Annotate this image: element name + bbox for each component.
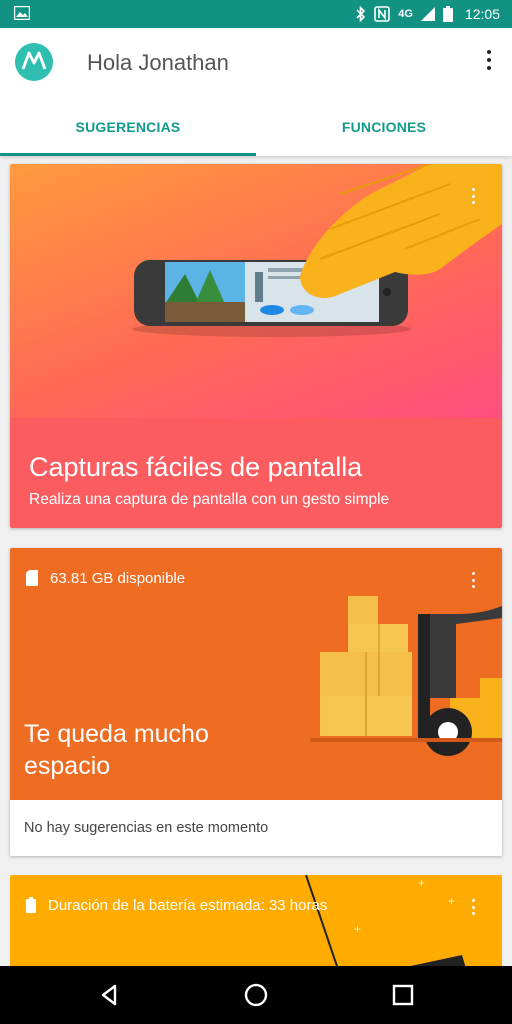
more-vert-icon[interactable]: [486, 50, 492, 70]
sd-card-icon: [26, 570, 38, 586]
more-vert-icon[interactable]: [472, 572, 476, 588]
battery-icon: [442, 6, 453, 22]
app-bar: Hola Jonathan SUGERENCIAS FUNCIONES: [0, 28, 512, 156]
card-footer: No hay sugerencias en este momento: [24, 820, 269, 836]
nfc-icon: [374, 6, 391, 22]
home-icon[interactable]: [241, 980, 271, 1010]
storage-status-row: 63.81 GB disponible: [26, 568, 185, 588]
card-subtitle: Realiza una captura de pantalla con un g…: [29, 491, 390, 508]
page-title: Hola Jonathan: [87, 50, 229, 75]
recents-icon[interactable]: [388, 980, 418, 1010]
status-icons: 4G 12:05: [356, 0, 500, 28]
tab-sugerencias[interactable]: SUGERENCIAS: [0, 100, 256, 154]
battery-status-row: Duración de la batería estimada: 33 hora…: [26, 895, 327, 915]
more-vert-icon[interactable]: [472, 899, 476, 915]
card-title: Te queda mucho espacio: [24, 720, 209, 780]
tab-funciones[interactable]: FUNCIONES: [256, 100, 512, 154]
status-bar: 4G 12:05: [0, 0, 512, 28]
card-title: Capturas fáciles de pantalla: [29, 452, 363, 482]
network-type: 4G: [398, 8, 413, 20]
screenshot-illustration: [10, 164, 502, 418]
storage-status: 63.81 GB disponible: [50, 569, 186, 587]
navigation-bar: [0, 966, 512, 1024]
svg-text:+: +: [354, 922, 361, 936]
screenshot-tip-card[interactable]: Capturas fáciles de pantalla Realiza una…: [10, 164, 502, 528]
battery-status: Duración de la batería estimada: 33 hora…: [48, 896, 328, 914]
status-time: 12:05: [464, 6, 500, 22]
svg-text:+: +: [448, 894, 455, 908]
battery-card[interactable]: + + + Duración de la batería estimada: 3…: [10, 875, 502, 975]
back-icon[interactable]: [95, 980, 125, 1010]
tab-indicator: [0, 153, 256, 156]
battery-hero: + + +: [10, 875, 502, 975]
more-vert-icon[interactable]: [472, 188, 476, 204]
battery-icon: [26, 897, 36, 913]
tab-bar: SUGERENCIAS FUNCIONES: [0, 100, 512, 154]
signal-icon: [420, 7, 435, 21]
storage-card[interactable]: 63.81 GB disponible Te queda mucho espac…: [10, 548, 502, 856]
image-notification-icon: [14, 6, 30, 20]
bluetooth-icon: [356, 6, 366, 22]
motorola-logo: [15, 43, 53, 81]
svg-text:+: +: [418, 876, 425, 890]
